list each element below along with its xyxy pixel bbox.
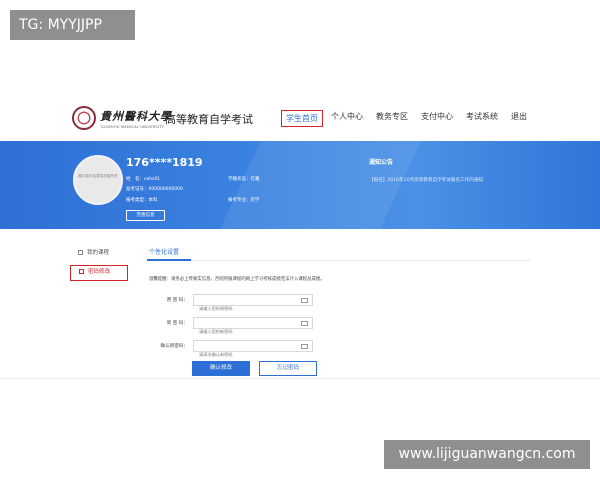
confirm-change-button[interactable]: 确认修改: [192, 361, 250, 376]
new-password-field[interactable]: [193, 317, 313, 337]
confirm-password-input[interactable]: [194, 349, 312, 360]
level-row: 报考类型：本科: [126, 197, 158, 203]
name-value: cehs01: [144, 177, 161, 182]
banner-decoration: [214, 141, 426, 229]
footer-divider: [0, 378, 600, 379]
ticket-label: 准考证号：: [126, 187, 149, 192]
major-row: 报考专业：药学: [228, 197, 260, 203]
major-label: 报考专业：: [228, 198, 251, 203]
sidebar-item-my-courses[interactable]: 我的课程: [78, 248, 109, 256]
edit-icon: [79, 269, 84, 274]
keyboard-icon[interactable]: [301, 321, 308, 326]
tag-badge: TG: MYYJJPP: [10, 10, 135, 40]
university-emblem-icon: [72, 106, 96, 130]
tab-personal-settings[interactable]: 个性化设置: [149, 247, 179, 256]
nav-payment-center[interactable]: 支付中心: [421, 111, 453, 122]
avatar-placeholder-text: 图片暂未加载或加载失败: [78, 174, 118, 178]
level-value: 本科: [148, 198, 158, 203]
new-password-input[interactable]: [194, 326, 312, 337]
nav-student-home[interactable]: 学生首页: [281, 110, 323, 127]
keyboard-icon[interactable]: [301, 298, 308, 303]
notice-item-link[interactable]: 【报名】2016年10月高等教育自学考试报名工作的通知: [369, 177, 483, 183]
keyboard-icon[interactable]: [301, 344, 308, 349]
major-value: 药学: [250, 198, 260, 203]
nav-exam-system[interactable]: 考试系统: [466, 111, 498, 122]
notice-title: 通知公告: [369, 159, 394, 166]
watermark-badge: www.lijiguanwangcn.com: [384, 440, 590, 469]
nav-academic-affairs[interactable]: 教务专区: [376, 111, 408, 122]
old-password-input[interactable]: [194, 303, 312, 314]
complete-info-button[interactable]: 完善信息: [126, 210, 165, 221]
old-password-label: 原 密 码：: [166, 298, 188, 303]
old-password-field[interactable]: [193, 294, 313, 314]
university-logo-text: 貴州醫科大學: [100, 110, 172, 123]
warm-tip-text: 温馨提醒：请务必上传真实信息，否则所报课程的网上学习考核成绩无法计入课程总成绩。: [149, 277, 325, 282]
nav-logout[interactable]: 退出: [511, 111, 527, 122]
user-phone: 176****1819: [126, 156, 203, 169]
new-password-label: 新 密 码：: [166, 321, 188, 326]
site-title: 高等教育自学考试: [165, 113, 253, 126]
status-label: 学籍状态：: [228, 177, 251, 182]
avatar[interactable]: 图片暂未加载或加载失败: [73, 155, 123, 205]
forgot-password-button[interactable]: 忘记密码: [259, 361, 317, 376]
university-logo-subtext: GUIZHOU MEDICAL UNIVERSITY: [101, 125, 165, 129]
confirm-password-field[interactable]: [193, 340, 313, 360]
tab-divider: [147, 260, 530, 261]
nav-personal-center[interactable]: 个人中心: [331, 111, 363, 122]
name-row: 姓 名：cehs01: [126, 176, 160, 182]
sidebar-item-change-password[interactable]: 密码修改: [70, 265, 128, 281]
confirm-password-label: 确认新密码：: [160, 344, 188, 349]
tab-active-indicator: [147, 259, 191, 261]
level-label: 报考类型：: [126, 198, 149, 203]
status-row: 学籍状态：在籍: [228, 176, 260, 182]
ticket-value: 000000000000: [148, 187, 183, 192]
course-icon: [78, 250, 83, 255]
status-value: 在籍: [250, 177, 260, 182]
ticket-row: 准考证号：000000000000: [126, 186, 183, 192]
sidebar-item-label: 我的课程: [87, 250, 110, 256]
name-label: 姓 名：: [126, 177, 144, 182]
sidebar-item-label: 密码修改: [88, 269, 111, 275]
